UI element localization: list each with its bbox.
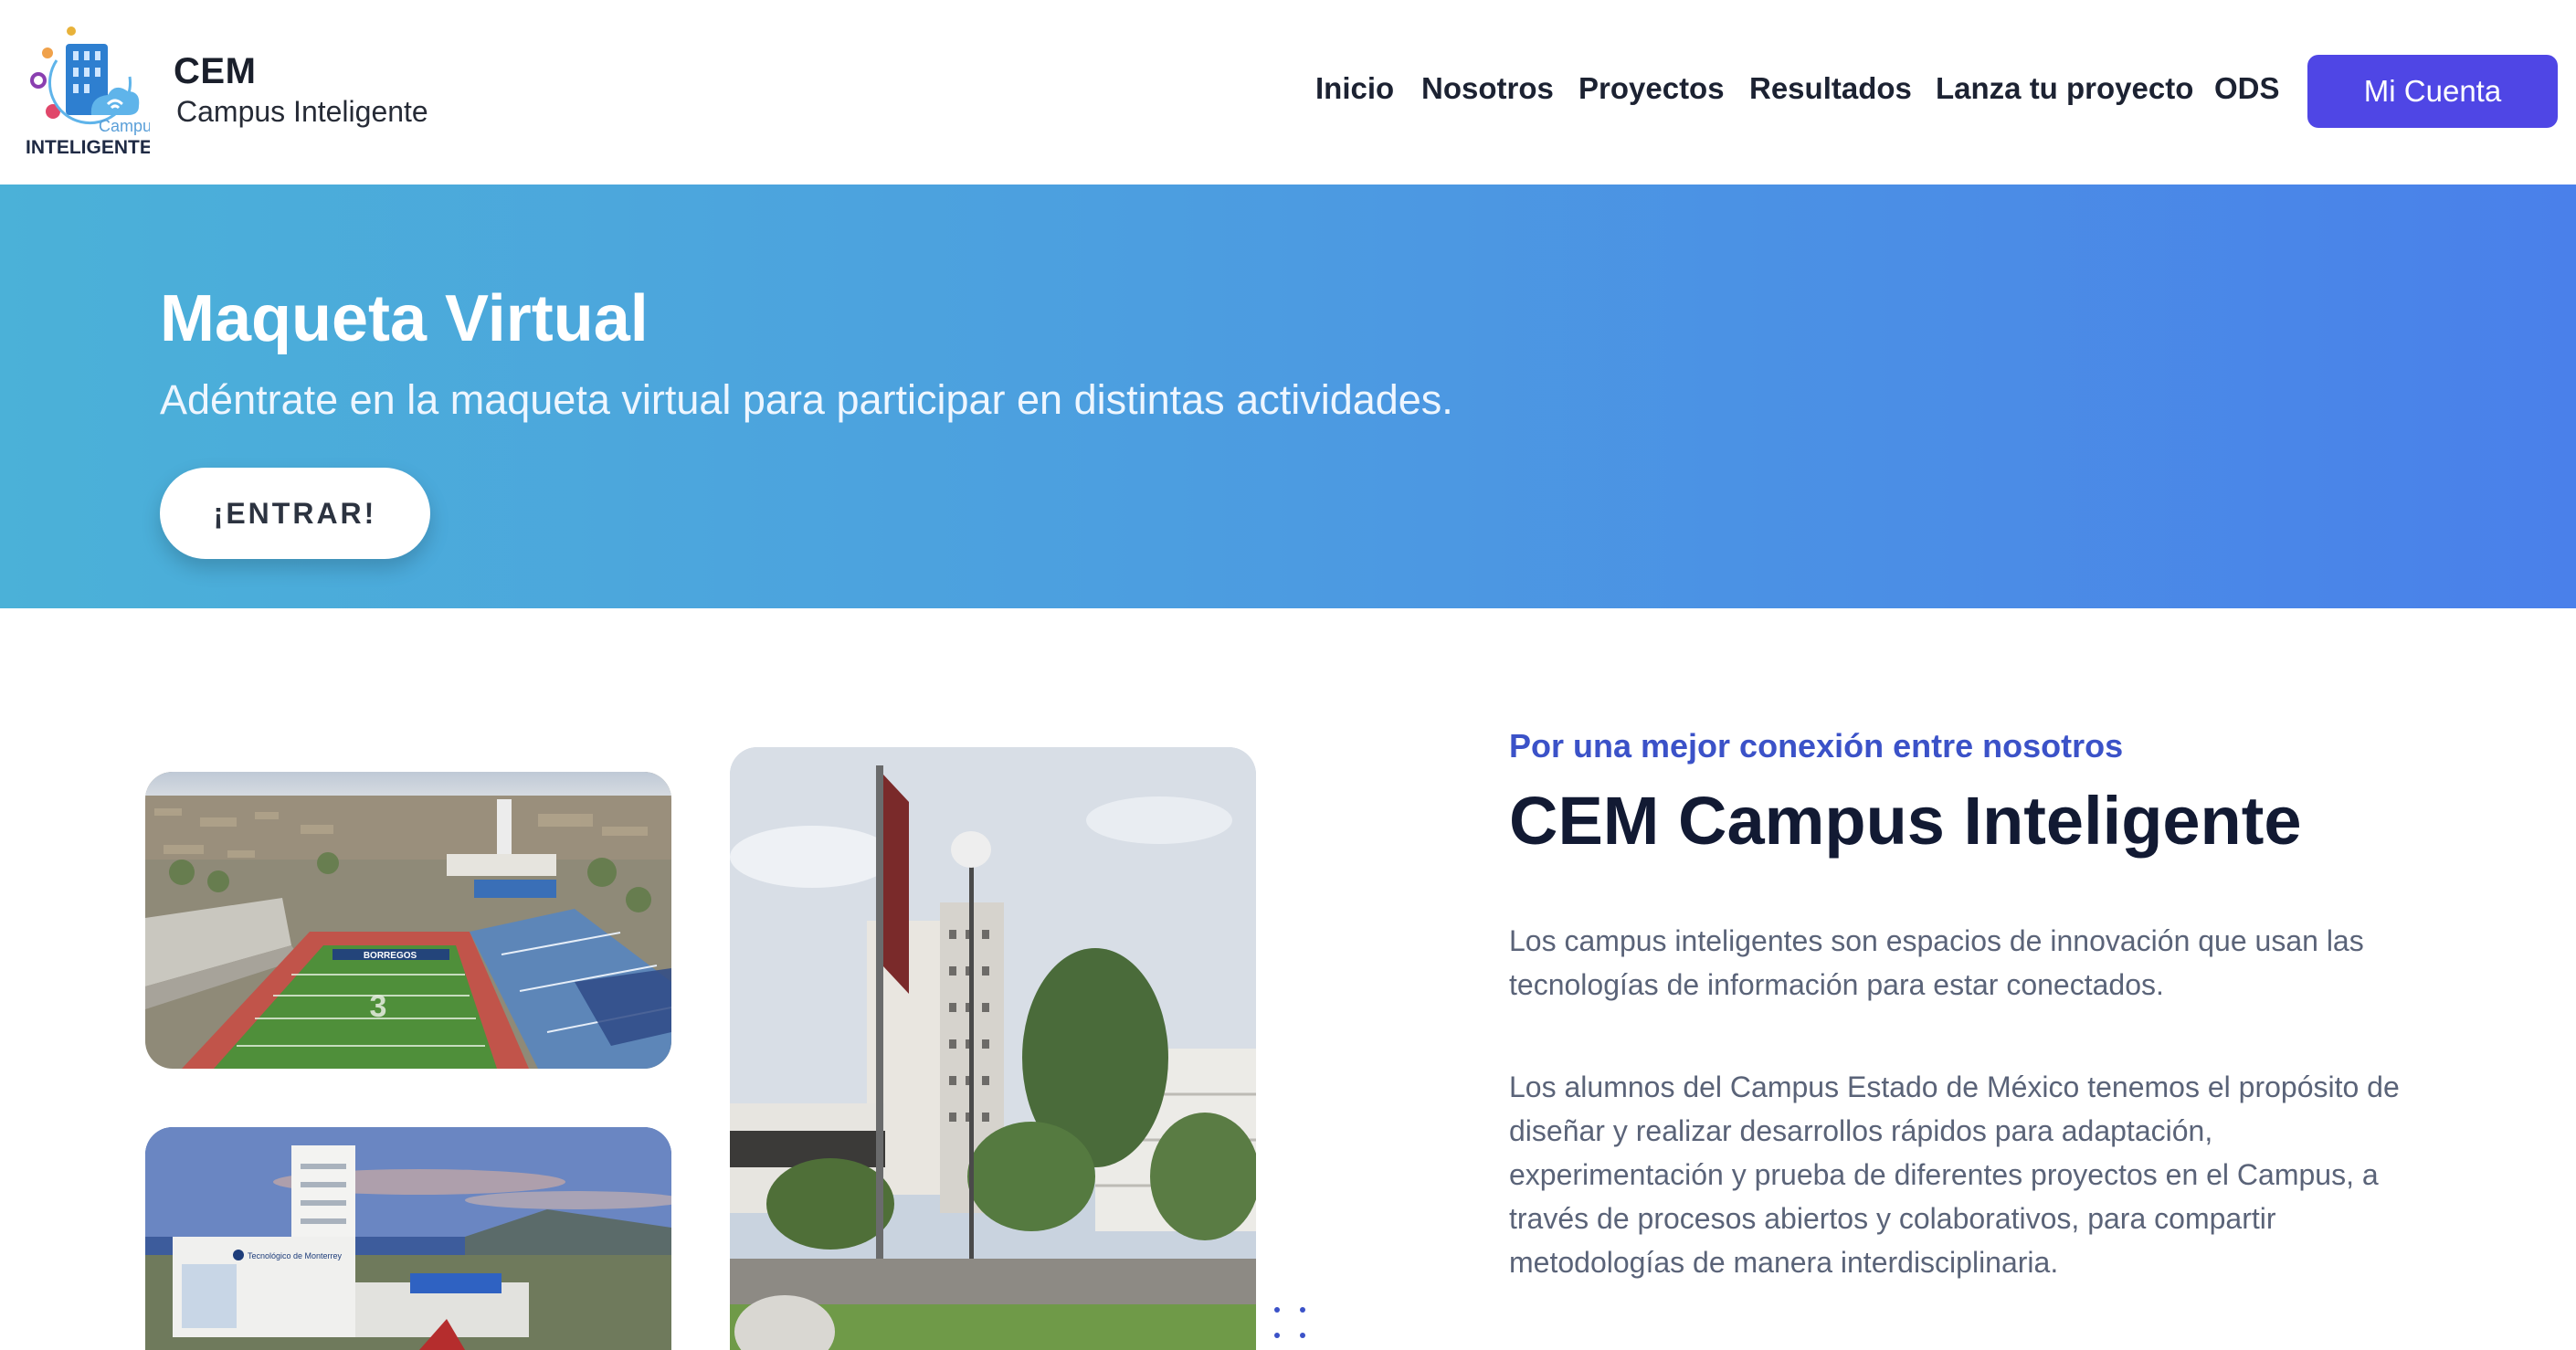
nav-item-lanza-tu-proyecto[interactable]: Lanza tu proyecto bbox=[1936, 71, 2193, 106]
campus-tower-photo bbox=[730, 747, 1256, 1350]
decorative-dots-icon bbox=[1274, 1307, 1305, 1338]
entrar-button[interactable]: ¡ENTRAR! bbox=[160, 468, 430, 559]
hero-title: Maqueta Virtual bbox=[160, 282, 649, 355]
mi-cuenta-button[interactable]: Mi Cuenta bbox=[2307, 55, 2558, 128]
nav-item-nosotros[interactable]: Nosotros bbox=[1421, 71, 1554, 106]
logo-caption-top: Campus bbox=[99, 117, 150, 135]
building-sign: Tecnológico de Monterrey bbox=[248, 1251, 343, 1260]
campus-inteligente-logo[interactable]: Campus INTELIGENTE bbox=[20, 24, 160, 161]
stadium-number: 3 bbox=[370, 989, 387, 1024]
about-paragraph-1: Los campus inteligentes son espacios de … bbox=[1509, 924, 2364, 1001]
stadium-aerial-photo: BORREGOS 3 bbox=[145, 772, 671, 1069]
tec-building-photo: Tecnológico de Monterrey bbox=[145, 1127, 671, 1350]
site-header: Campus INTELIGENTE CEM Campus Inteligent… bbox=[0, 0, 2576, 185]
nav-item-resultados[interactable]: Resultados bbox=[1749, 71, 1912, 106]
logo-caption-bottom: INTELIGENTE bbox=[26, 137, 150, 158]
section-eyebrow: Por una mejor conexión entre nosotros bbox=[1509, 727, 2124, 765]
nav-item-inicio[interactable]: Inicio bbox=[1315, 71, 1394, 106]
about-paragraph-2: Los alumnos del Campus Estado de México … bbox=[1509, 1071, 2400, 1279]
hero-banner: Maqueta Virtual Adéntrate en la maqueta … bbox=[0, 185, 2576, 608]
hero-subtitle: Adéntrate en la maqueta virtual para par… bbox=[160, 376, 1453, 423]
nav-item-ods[interactable]: ODS bbox=[2214, 71, 2280, 106]
nav-item-proyectos[interactable]: Proyectos bbox=[1578, 71, 1725, 106]
stadium-sign: BORREGOS bbox=[364, 951, 417, 961]
section-title: CEM Campus Inteligente bbox=[1509, 783, 2302, 859]
brand-title[interactable]: CEM bbox=[174, 51, 256, 92]
brand-subtitle[interactable]: Campus Inteligente bbox=[176, 95, 428, 129]
